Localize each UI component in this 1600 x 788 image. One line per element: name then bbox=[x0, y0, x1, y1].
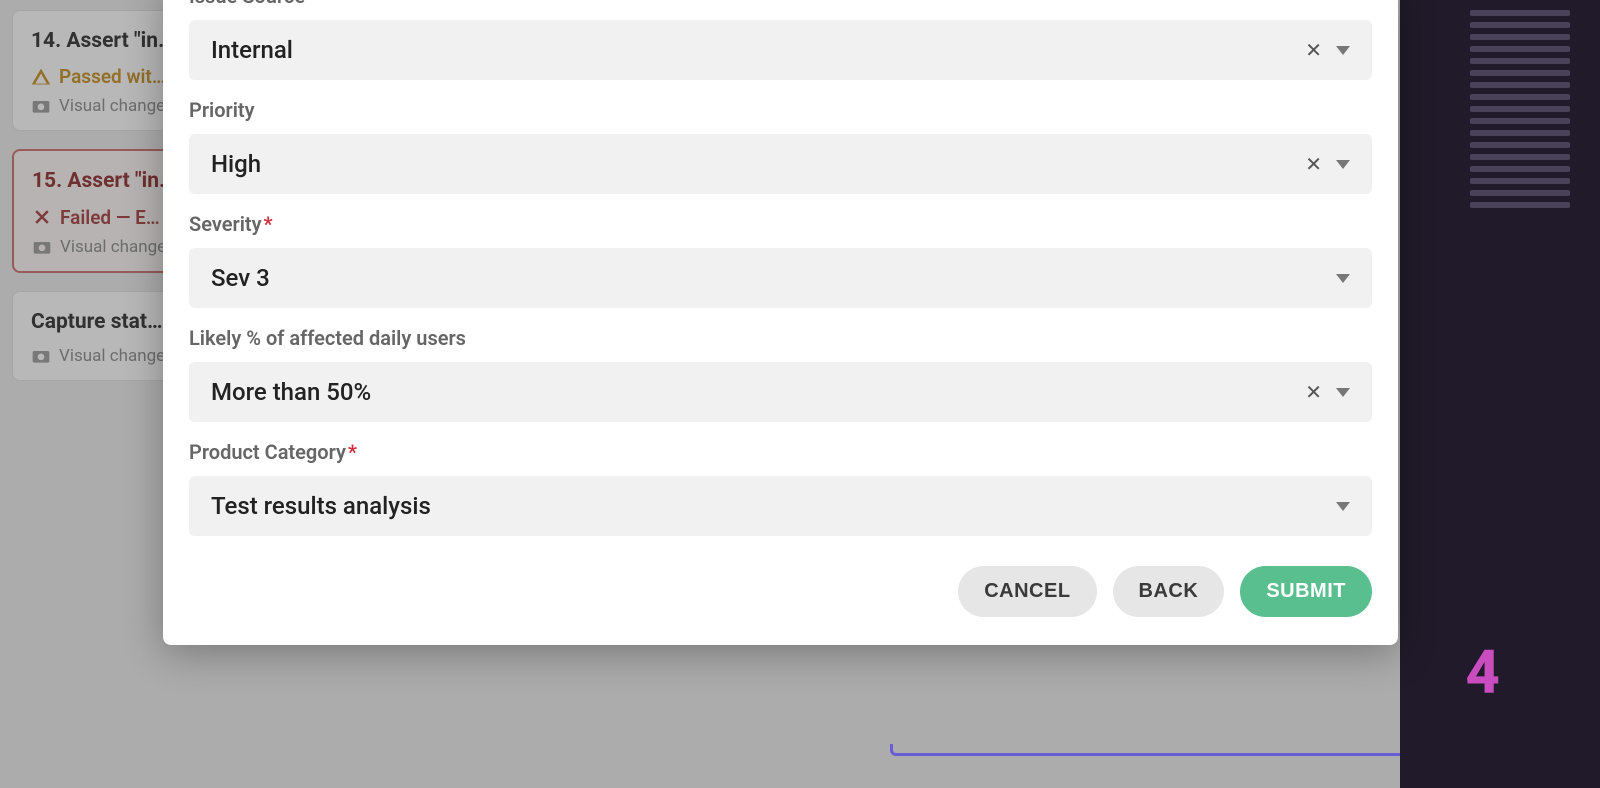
chevron-down-icon[interactable] bbox=[1336, 274, 1350, 283]
select-value: Internal bbox=[211, 36, 293, 64]
field-label: Priority bbox=[189, 98, 1372, 122]
chevron-down-icon[interactable] bbox=[1336, 502, 1350, 511]
minimap-line bbox=[1470, 166, 1570, 172]
modal-actions: CANCEL BACK SUBMIT bbox=[189, 566, 1372, 617]
select-controls bbox=[1336, 502, 1350, 511]
minimap-line bbox=[1470, 106, 1570, 112]
minimap-line bbox=[1470, 202, 1570, 208]
minimap-line bbox=[1470, 34, 1570, 40]
submit-button[interactable]: SUBMIT bbox=[1240, 566, 1372, 617]
field-product-category: Product Category* Test results analysis bbox=[189, 440, 1372, 536]
back-button[interactable]: BACK bbox=[1113, 566, 1225, 617]
minimap-line bbox=[1470, 70, 1570, 76]
select-value: High bbox=[211, 150, 261, 178]
step-number-badge: 4 bbox=[1465, 637, 1500, 708]
chevron-down-icon[interactable] bbox=[1336, 388, 1350, 397]
minimap-line bbox=[1470, 142, 1570, 148]
minimap-line bbox=[1470, 10, 1570, 16]
field-priority: Priority High ✕ bbox=[189, 98, 1372, 194]
minimap-line bbox=[1470, 118, 1570, 124]
select-controls: ✕ bbox=[1305, 152, 1350, 176]
field-label: Severity* bbox=[189, 212, 1372, 236]
minimap-line bbox=[1470, 190, 1570, 196]
minimap-line bbox=[1470, 178, 1570, 184]
required-asterisk: * bbox=[264, 212, 273, 236]
minimap-line bbox=[1470, 154, 1570, 160]
select-value: More than 50% bbox=[211, 378, 371, 406]
clear-icon[interactable]: ✕ bbox=[1305, 152, 1322, 176]
select-controls bbox=[1336, 274, 1350, 283]
select-controls: ✕ bbox=[1305, 380, 1350, 404]
required-asterisk: * bbox=[348, 440, 357, 464]
minimap-line bbox=[1470, 130, 1570, 136]
field-label: Product Category* bbox=[189, 440, 1372, 464]
clear-icon[interactable]: ✕ bbox=[1305, 38, 1322, 62]
chevron-down-icon[interactable] bbox=[1336, 160, 1350, 169]
field-label: Likely % of affected daily users bbox=[189, 326, 1372, 350]
minimap-line bbox=[1470, 58, 1570, 64]
cancel-button[interactable]: CANCEL bbox=[958, 566, 1096, 617]
product-category-select[interactable]: Test results analysis bbox=[189, 476, 1372, 536]
issue-source-select[interactable]: Internal ✕ bbox=[189, 20, 1372, 80]
select-controls: ✕ bbox=[1305, 38, 1350, 62]
minimap-panel: 4 bbox=[1400, 0, 1600, 788]
minimap-line bbox=[1470, 46, 1570, 52]
minimap-line bbox=[1470, 22, 1570, 28]
field-severity: Severity* Sev 3 bbox=[189, 212, 1372, 308]
affected-users-select[interactable]: More than 50% ✕ bbox=[189, 362, 1372, 422]
field-label: Issue Source bbox=[189, 0, 1372, 8]
issue-form-modal: Issue Source Internal ✕ Priority High ✕ … bbox=[163, 0, 1398, 645]
field-affected-users: Likely % of affected daily users More th… bbox=[189, 326, 1372, 422]
field-issue-source: Issue Source Internal ✕ bbox=[189, 0, 1372, 80]
select-value: Sev 3 bbox=[211, 264, 270, 292]
severity-select[interactable]: Sev 3 bbox=[189, 248, 1372, 308]
select-value: Test results analysis bbox=[211, 492, 431, 520]
priority-select[interactable]: High ✕ bbox=[189, 134, 1372, 194]
clear-icon[interactable]: ✕ bbox=[1305, 380, 1322, 404]
minimap-line bbox=[1470, 82, 1570, 88]
chevron-down-icon[interactable] bbox=[1336, 46, 1350, 55]
minimap-line bbox=[1470, 94, 1570, 100]
